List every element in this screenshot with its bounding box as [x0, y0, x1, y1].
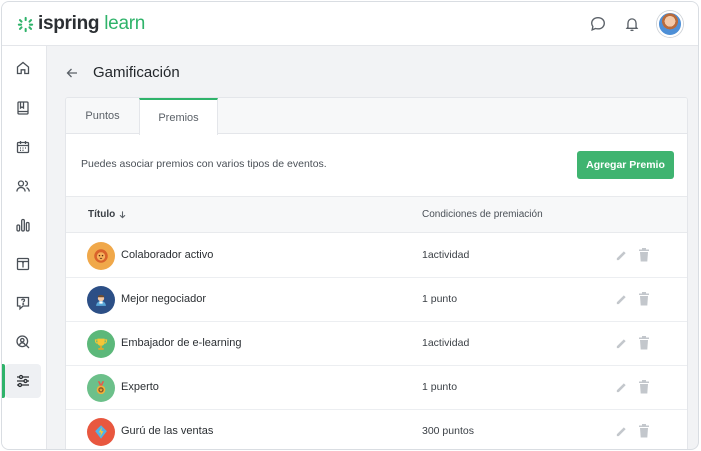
reports-icon[interactable]: [5, 208, 41, 242]
award-condition: 300 puntos: [422, 425, 474, 437]
bell-icon[interactable]: [623, 15, 641, 33]
page-header: Gamificación: [65, 64, 180, 81]
edit-icon[interactable]: [615, 381, 628, 394]
delete-icon[interactable]: [638, 292, 650, 306]
top-bar: ispring learn: [2, 2, 698, 46]
help-icon[interactable]: [5, 286, 41, 320]
award-condition: 1actividad: [422, 337, 470, 349]
edit-icon[interactable]: [615, 249, 628, 262]
table-row[interactable]: Embajador de e-learning 1actividad: [66, 322, 687, 366]
settings-sliders-icon[interactable]: [5, 364, 41, 398]
delete-icon[interactable]: [638, 336, 650, 350]
medal-badge-icon: [87, 374, 115, 402]
tabs: Puntos Premios: [66, 98, 687, 135]
lightning-badge-icon: [87, 418, 115, 446]
award-name: Gurú de las ventas: [121, 425, 214, 437]
home-icon[interactable]: [5, 51, 41, 85]
award-name: Mejor negociador: [121, 293, 206, 305]
edit-icon[interactable]: [615, 337, 628, 350]
ispring-logo-icon: [17, 16, 34, 32]
tab-premios[interactable]: Premios: [139, 98, 218, 135]
award-name: Experto: [121, 381, 159, 393]
chat-icon[interactable]: [589, 15, 607, 33]
search-user-icon[interactable]: [5, 325, 41, 359]
award-condition: 1actividad: [422, 249, 470, 261]
table-row[interactable]: Gurú de las ventas 300 puntos: [66, 410, 687, 449]
award-condition: 1 punto: [422, 293, 458, 305]
delete-icon[interactable]: [638, 380, 650, 394]
award-name: Colaborador activo: [121, 249, 214, 261]
calendar-icon[interactable]: [5, 130, 41, 164]
negotiator-badge-icon: [87, 286, 115, 314]
logo-text-ispring: ispring: [38, 13, 100, 34]
edit-icon[interactable]: [615, 293, 628, 306]
award-condition: 1 punto: [422, 381, 458, 393]
info-text: Puedes asociar premios con varios tipos …: [81, 158, 327, 170]
logo-text-learn: learn: [104, 13, 145, 34]
tab-puntos[interactable]: Puntos: [66, 98, 139, 134]
lion-badge-icon: [87, 242, 115, 270]
info-icon[interactable]: [5, 247, 41, 281]
app-window: ispring learn Gamificación Puntos Premio…: [1, 1, 699, 450]
award-name: Embajador de e-learning: [121, 337, 242, 349]
back-arrow-icon[interactable]: [65, 66, 79, 80]
column-title-label: Título: [88, 209, 116, 220]
awards-card: Puntos Premios Puedes asociar premios co…: [65, 97, 688, 449]
sidebar: [2, 46, 47, 449]
trophy-badge-icon: [87, 330, 115, 358]
users-icon[interactable]: [5, 169, 41, 203]
delete-icon[interactable]: [638, 424, 650, 438]
edit-icon[interactable]: [615, 425, 628, 438]
book-icon[interactable]: [5, 91, 41, 125]
table-row[interactable]: Colaborador activo 1actividad: [66, 234, 687, 278]
logo[interactable]: ispring learn: [17, 13, 145, 35]
page-title: Gamificación: [93, 64, 180, 81]
table-header: Título Condiciones de premiación: [66, 196, 687, 233]
delete-icon[interactable]: [638, 248, 650, 262]
table-row[interactable]: Mejor negociador 1 punto: [66, 278, 687, 322]
sort-down-icon: [119, 211, 126, 219]
column-conditions-header: Condiciones de premiación: [422, 209, 543, 220]
add-award-button[interactable]: Agregar Premio: [577, 151, 674, 179]
table-row[interactable]: Experto 1 punto: [66, 366, 687, 410]
column-title-header[interactable]: Título: [88, 209, 127, 220]
avatar[interactable]: [657, 11, 683, 37]
